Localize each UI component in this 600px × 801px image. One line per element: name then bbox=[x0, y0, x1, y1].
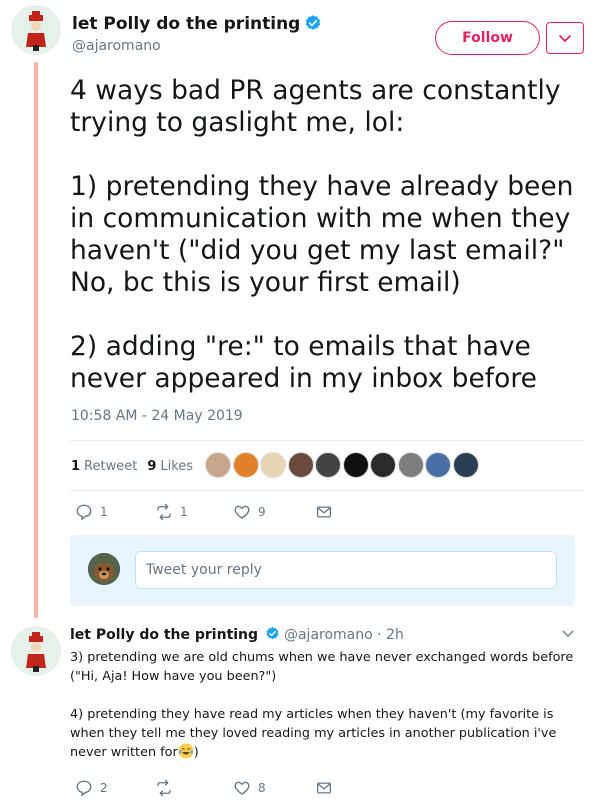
reply-header: let Polly do the printing @ajaromano · 2… bbox=[70, 626, 404, 643]
author-handle[interactable]: @ajaromano bbox=[72, 38, 161, 54]
tweet-actions: 1 1 9 bbox=[75, 503, 333, 521]
more-options-button[interactable] bbox=[546, 22, 584, 54]
like-stat-label: Likes bbox=[160, 458, 194, 474]
retweet-count: 1 bbox=[180, 505, 188, 519]
reply-author-avatar[interactable] bbox=[11, 626, 61, 676]
reply-paragraph: 4) pretending they have read my articles… bbox=[70, 705, 590, 762]
author-name[interactable]: let Polly do the printing bbox=[72, 14, 322, 34]
reply-paragraph-end: ) bbox=[193, 745, 199, 760]
liker-avatar[interactable] bbox=[287, 452, 314, 478]
liker-avatar[interactable] bbox=[425, 452, 451, 478]
chevron-down-icon bbox=[558, 34, 572, 42]
divider bbox=[70, 490, 585, 491]
verified-badge-icon bbox=[306, 15, 321, 30]
reply-icon bbox=[76, 780, 92, 797]
like-stat[interactable]: 9 Likes bbox=[147, 459, 193, 474]
liker-avatars bbox=[205, 452, 480, 478]
author-avatar[interactable] bbox=[11, 5, 61, 55]
parrot-avatar-icon bbox=[11, 626, 61, 676]
reply-action[interactable]: 2 bbox=[75, 779, 155, 797]
reply-composer: Tweet your reply bbox=[70, 535, 575, 606]
liker-avatar[interactable] bbox=[315, 452, 341, 478]
reply-paragraph: 3) pretending we are old chums when we h… bbox=[70, 650, 574, 684]
tweet-timestamp[interactable]: 10:58 AM - 24 May 2019 bbox=[71, 408, 243, 424]
heart-icon bbox=[234, 781, 250, 795]
reply-icon bbox=[76, 504, 92, 521]
liker-avatar[interactable] bbox=[232, 452, 259, 478]
reply-author-name[interactable]: let Polly do the printing bbox=[70, 627, 258, 643]
reply-count: 2 bbox=[100, 781, 108, 795]
liker-avatar[interactable] bbox=[452, 452, 479, 478]
retweet-stat[interactable]: 1 Retweet bbox=[71, 459, 137, 474]
tweet-paragraph: 2) adding "re:" to emails that have neve… bbox=[70, 331, 537, 394]
liker-avatar[interactable] bbox=[397, 452, 424, 478]
follow-button[interactable]: Follow bbox=[435, 21, 540, 55]
tweet-paragraph: 4 ways bad PR agents are constantly tryi… bbox=[70, 75, 561, 138]
reply-count: 1 bbox=[100, 505, 108, 519]
reply-paragraph-text: 4) pretending they have read my articles… bbox=[70, 707, 557, 760]
parrot-avatar-icon bbox=[11, 5, 61, 55]
heart-icon bbox=[234, 505, 250, 519]
joy-emoji-icon bbox=[178, 743, 194, 759]
tweet-paragraph: 1) pretending they have already been in … bbox=[70, 171, 574, 298]
liker-avatar[interactable] bbox=[370, 452, 396, 478]
reply-handle-time[interactable]: @ajaromano · 2h bbox=[284, 627, 404, 643]
envelope-icon bbox=[316, 782, 332, 794]
retweet-stat-label: Retweet bbox=[84, 458, 138, 474]
retweet-icon bbox=[157, 503, 171, 521]
like-count: 9 bbox=[258, 505, 266, 519]
divider bbox=[70, 440, 585, 441]
liker-avatar[interactable] bbox=[260, 452, 286, 478]
verified-badge-icon bbox=[265, 626, 279, 640]
dog-avatar-icon bbox=[88, 553, 120, 585]
like-stat-count: 9 bbox=[147, 458, 157, 474]
author-name-text[interactable]: let Polly do the printing bbox=[72, 14, 300, 34]
viewer-avatar bbox=[88, 553, 120, 585]
envelope-icon bbox=[316, 506, 332, 518]
like-count: 8 bbox=[258, 781, 266, 795]
retweet-stat-count: 1 bbox=[71, 458, 81, 474]
liker-avatar[interactable] bbox=[205, 452, 231, 478]
retweet-icon bbox=[157, 779, 171, 797]
direct-message-action[interactable] bbox=[315, 779, 333, 797]
engagement-stats: 1 Retweet 9 Likes bbox=[71, 455, 203, 477]
tweet-text: 4 ways bad PR agents are constantly tryi… bbox=[70, 75, 585, 395]
chevron-down-icon[interactable] bbox=[560, 628, 576, 640]
direct-message-action[interactable] bbox=[315, 503, 333, 521]
thread-line bbox=[34, 62, 38, 618]
reply-text: 3) pretending we are old chums when we h… bbox=[70, 648, 590, 762]
retweet-action[interactable]: 1 bbox=[155, 503, 233, 521]
reply-action[interactable]: 1 bbox=[75, 503, 155, 521]
retweet-action[interactable] bbox=[155, 779, 233, 797]
like-action[interactable]: 9 bbox=[233, 503, 315, 521]
like-action[interactable]: 8 bbox=[233, 779, 315, 797]
reply-input[interactable]: Tweet your reply bbox=[135, 551, 557, 589]
liker-avatar[interactable] bbox=[342, 452, 369, 478]
reply-actions: 2 8 bbox=[75, 779, 333, 797]
reply-input-placeholder: Tweet your reply bbox=[146, 562, 262, 578]
